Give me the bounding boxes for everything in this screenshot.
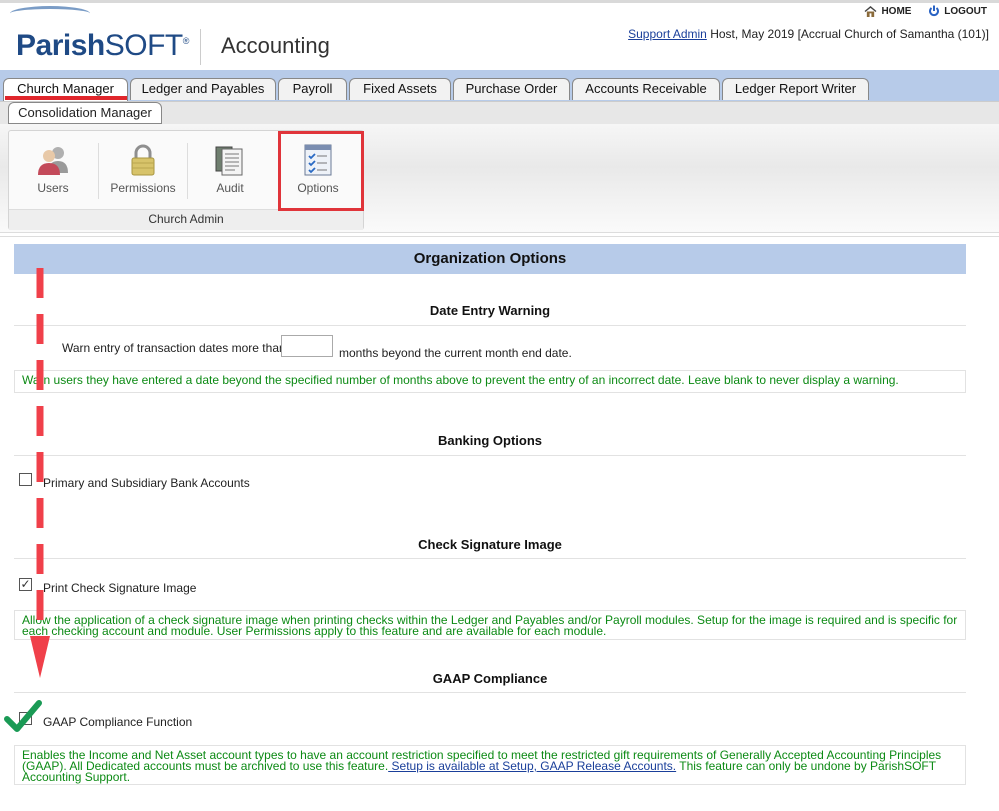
gaap-compliance-help: Enables the Income and Net Asset account…	[14, 745, 966, 785]
section-divider	[14, 692, 966, 693]
user-context: Host, May 2019 [Accrual Church of Samant…	[710, 27, 989, 41]
months-input[interactable]	[281, 335, 333, 357]
ribbon-group-label: Church Admin	[9, 209, 363, 230]
tab-consolidation-manager[interactable]: Consolidation Manager	[8, 102, 162, 124]
tab-payroll[interactable]: Payroll	[278, 78, 347, 100]
tab-fixed-assets[interactable]: Fixed Assets	[349, 78, 451, 100]
permissions-button[interactable]: Permissions	[103, 137, 183, 203]
date-warning-title: Date Entry Warning	[429, 303, 551, 318]
gaap-setup-link[interactable]: Setup is available at Setup, GAAP Releas…	[388, 759, 677, 773]
gaap-compliance-title: GAAP Compliance	[432, 671, 548, 686]
user-info: Support Admin Host, May 2019 [Accrual Ch…	[628, 27, 989, 41]
section-divider	[14, 325, 966, 326]
tab-ledger-report-writer[interactable]: Ledger Report Writer	[722, 78, 869, 100]
sub-tab-bar: Consolidation Manager	[0, 101, 999, 125]
banking-options-title: Banking Options	[438, 433, 542, 448]
section-divider	[14, 558, 966, 559]
home-icon	[864, 6, 877, 17]
logo-swoosh	[10, 6, 90, 21]
support-admin-link[interactable]: Support Admin	[628, 27, 707, 41]
date-warning-prefix: Warn entry of transaction dates more tha…	[62, 341, 286, 355]
ribbon-toolbar: Users Permissions Audit Options Church A…	[0, 124, 999, 233]
lock-icon	[131, 144, 155, 176]
content-separator	[0, 236, 999, 237]
home-link[interactable]: HOME	[864, 6, 911, 17]
audit-icon	[215, 146, 243, 176]
tab-ledger-and-payables[interactable]: Ledger and Payables	[130, 78, 276, 100]
ribbon-separator	[98, 143, 99, 199]
power-icon	[929, 5, 940, 17]
main-tab-bar: Church Manager Ledger and Payables Payro…	[0, 70, 999, 102]
logout-link[interactable]: LOGOUT	[928, 5, 987, 17]
screenshot-cut	[0, 490, 999, 510]
users-button[interactable]: Users	[13, 137, 93, 203]
primary-subsidiary-label: Primary and Subsidiary Bank Accounts	[43, 476, 250, 490]
app-title: Accounting	[221, 33, 330, 58]
check-signature-title: Check Signature Image	[418, 537, 562, 552]
parishsoft-logo[interactable]: ParishSOFT®	[16, 29, 189, 63]
date-warning-help: Warn users they have entered a date beyo…	[14, 370, 966, 393]
page-title: Organization Options	[14, 244, 966, 274]
tab-accounts-receivable[interactable]: Accounts Receivable	[572, 78, 720, 100]
dashed-arrow-annotation	[30, 268, 50, 678]
section-divider	[14, 455, 966, 456]
users-icon	[38, 147, 68, 175]
gaap-compliance-label: GAAP Compliance Function	[43, 715, 193, 729]
top-links: HOME LOGOUT	[850, 5, 987, 20]
print-signature-label: Print Check Signature Image	[43, 581, 197, 595]
ribbon-separator	[187, 143, 188, 199]
date-warning-suffix: months beyond the current month end date…	[339, 346, 572, 360]
check-signature-help: Allow the application of a check signatu…	[14, 610, 966, 640]
audit-button[interactable]: Audit	[190, 137, 270, 203]
header-divider	[200, 29, 201, 65]
green-checkmark-icon	[4, 700, 42, 732]
options-highlight-annotation	[278, 131, 364, 211]
tab-purchase-order[interactable]: Purchase Order	[453, 78, 570, 100]
active-tab-annotation-underline	[5, 96, 127, 100]
app-header: ParishSOFT® Accounting HOME LOGOUT Suppo…	[0, 0, 999, 73]
